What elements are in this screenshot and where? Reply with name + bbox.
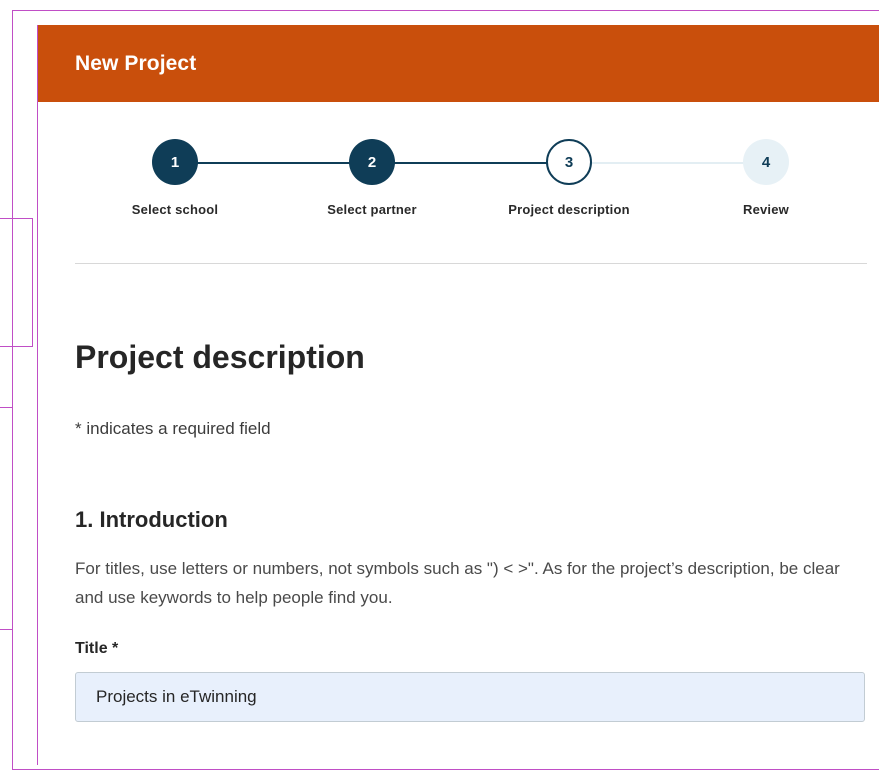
step-project-description[interactable]: 3 Project description [499, 139, 639, 217]
section-title-introduction: 1. Introduction [75, 507, 228, 532]
title-field-label: Title * [75, 640, 119, 657]
progress-stepper: 1 Select school 2 Select partner 3 Proje… [38, 102, 879, 264]
step-select-partner[interactable]: 2 Select partner [302, 139, 442, 217]
page-header: New Project [38, 25, 879, 102]
project-description-form: Project description * indicates a requir… [75, 325, 867, 722]
new-project-card: New Project 1 Select school 2 Select par… [37, 25, 879, 765]
step-review[interactable]: 4 Review [696, 139, 836, 217]
step-select-school[interactable]: 1 Select school [105, 139, 245, 217]
step-label-select-school: Select school [131, 202, 219, 217]
step-label-review: Review [742, 202, 789, 217]
page-title: Project description [75, 339, 365, 375]
step-number-2: 2 [349, 139, 395, 185]
step-number-1: 1 [152, 139, 198, 185]
step-label-select-partner: Select partner [327, 202, 417, 217]
step-number-4: 4 [743, 139, 789, 185]
selection-outline-left [0, 218, 33, 347]
header-title: New Project [75, 51, 197, 75]
title-input[interactable] [75, 672, 865, 722]
step-label-project-description: Project description [508, 202, 630, 217]
stepper-divider [75, 263, 867, 264]
required-field-note: * indicates a required field [75, 419, 271, 438]
selection-outline-left-lower [0, 407, 13, 630]
section-description: For titles, use letters or numbers, not … [75, 559, 840, 607]
step-number-3: 3 [546, 139, 592, 185]
